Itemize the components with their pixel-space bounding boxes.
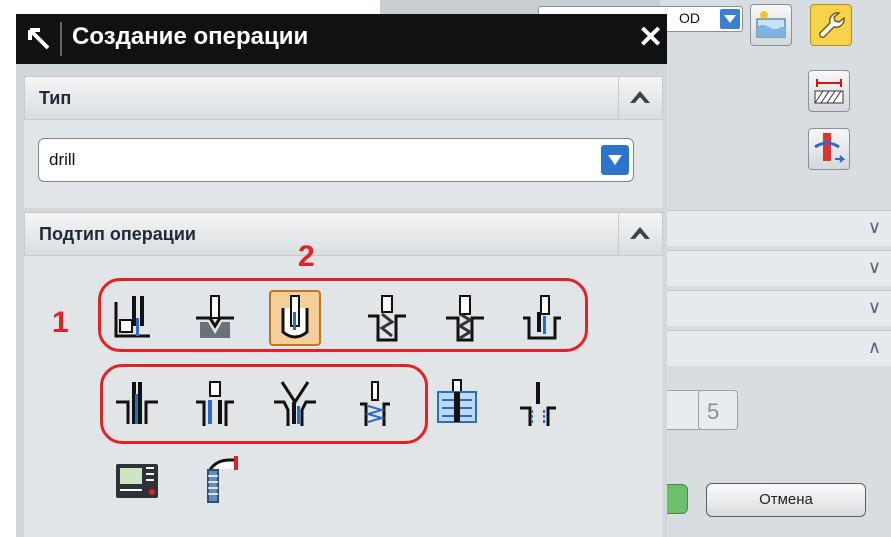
- copy-icon[interactable]: [663, 390, 703, 430]
- subtype-section-label: Подтип операции: [39, 224, 196, 244]
- annotation-number-1: 1: [52, 306, 69, 339]
- type-select-value: drill: [49, 150, 76, 169]
- background-combo-value: OD: [679, 10, 700, 26]
- fixture-icon[interactable]: [750, 4, 792, 46]
- blank-definition-icon[interactable]: [808, 70, 850, 112]
- mill-control-icon[interactable]: [114, 454, 160, 506]
- rotation-axis-icon[interactable]: [808, 128, 850, 170]
- type-section-label: Тип: [39, 88, 72, 108]
- background-section-row[interactable]: ∨: [665, 250, 891, 286]
- collapse-icon[interactable]: [618, 213, 662, 255]
- chevron-down-icon[interactable]: [601, 145, 629, 175]
- close-icon[interactable]: ✕: [638, 23, 667, 54]
- hole-making-icon[interactable]: [514, 378, 560, 430]
- cancel-button[interactable]: Отмена: [706, 483, 866, 517]
- annotation-number-2: 2: [298, 240, 315, 273]
- collapse-icon[interactable]: [618, 77, 662, 119]
- annotation-box-group-2: [100, 364, 428, 444]
- pin-icon[interactable]: [22, 24, 58, 54]
- background-section-row[interactable]: ∧: [665, 330, 891, 366]
- chevron-up-icon[interactable]: ∧: [868, 337, 881, 358]
- dialog-titlebar[interactable]: Создание операции ✕: [16, 14, 667, 64]
- annotation-box-group-1: [98, 278, 588, 352]
- create-operation-dialog: Создание операции ✕ Тип drill Подтип опе…: [16, 14, 667, 537]
- chevron-down-icon[interactable]: ∨: [868, 297, 881, 318]
- chevron-down-icon[interactable]: ∨: [868, 257, 881, 278]
- type-section-header[interactable]: Тип: [24, 76, 663, 120]
- type-select[interactable]: drill: [38, 138, 634, 182]
- chevron-down-icon[interactable]: [720, 9, 740, 29]
- wrench-icon[interactable]: [810, 4, 852, 46]
- dialog-title: Создание операции: [72, 23, 309, 50]
- background-section-row[interactable]: ∨: [665, 290, 891, 326]
- list-icon[interactable]: 5: [698, 390, 738, 430]
- chevron-down-icon[interactable]: ∨: [868, 217, 881, 238]
- drill-operation-icon[interactable]: [196, 454, 242, 506]
- title-separator: [60, 22, 62, 56]
- subtype-section-header[interactable]: Подтип операции: [24, 212, 663, 256]
- thread-milling-icon[interactable]: [434, 378, 480, 430]
- background-section-row[interactable]: ∨: [665, 210, 891, 246]
- svg-text:5: 5: [707, 399, 719, 424]
